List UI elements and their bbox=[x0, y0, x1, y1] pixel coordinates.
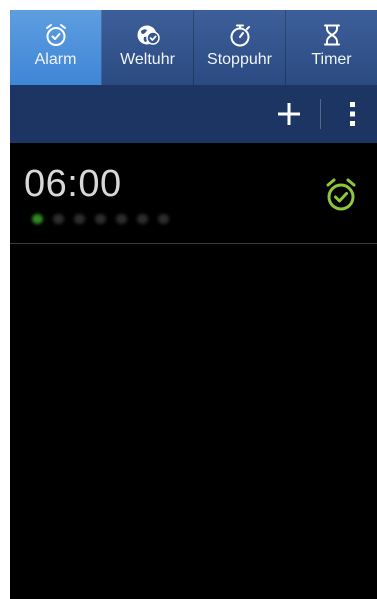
tab-bar: Alarm Weltuhr Stoppuhr Timer bbox=[10, 10, 377, 85]
alarm-time: 06:00 bbox=[24, 163, 122, 205]
alarm-repeat-days bbox=[32, 214, 169, 224]
day-indicator bbox=[95, 214, 106, 224]
clock-app-screen: Alarm Weltuhr Stoppuhr Timer 06:00 bbox=[10, 10, 377, 599]
tab-world-clock-label: Weltuhr bbox=[120, 51, 175, 68]
add-alarm-button[interactable] bbox=[268, 93, 310, 135]
action-bar bbox=[10, 85, 377, 143]
alarm-list-empty-area bbox=[10, 244, 377, 599]
day-indicator bbox=[53, 214, 64, 224]
tab-timer[interactable]: Timer bbox=[286, 10, 377, 85]
day-indicator bbox=[158, 214, 169, 224]
action-bar-divider bbox=[320, 99, 321, 129]
tab-alarm-label: Alarm bbox=[34, 51, 77, 68]
alarm-check-icon bbox=[326, 178, 356, 211]
overflow-menu-button[interactable] bbox=[338, 93, 368, 135]
day-indicator bbox=[137, 214, 148, 224]
world-clock-icon bbox=[137, 25, 160, 45]
day-indicator bbox=[116, 214, 127, 224]
tab-world-clock[interactable]: Weltuhr bbox=[102, 10, 194, 85]
tab-alarm[interactable]: Alarm bbox=[10, 10, 102, 85]
day-indicator bbox=[32, 214, 43, 224]
more-vertical-icon bbox=[350, 102, 355, 126]
alarm-clock-icon bbox=[45, 24, 66, 46]
day-indicator bbox=[74, 214, 85, 224]
tab-stopwatch-label: Stoppuhr bbox=[207, 51, 272, 68]
hourglass-icon bbox=[323, 24, 340, 46]
tab-stopwatch[interactable]: Stoppuhr bbox=[194, 10, 286, 85]
stopwatch-icon bbox=[230, 24, 250, 47]
plus-icon bbox=[278, 103, 300, 125]
alarm-toggle-button[interactable] bbox=[324, 177, 358, 213]
alarm-list-item[interactable]: 06:00 bbox=[10, 143, 377, 244]
tab-timer-label: Timer bbox=[311, 51, 352, 68]
